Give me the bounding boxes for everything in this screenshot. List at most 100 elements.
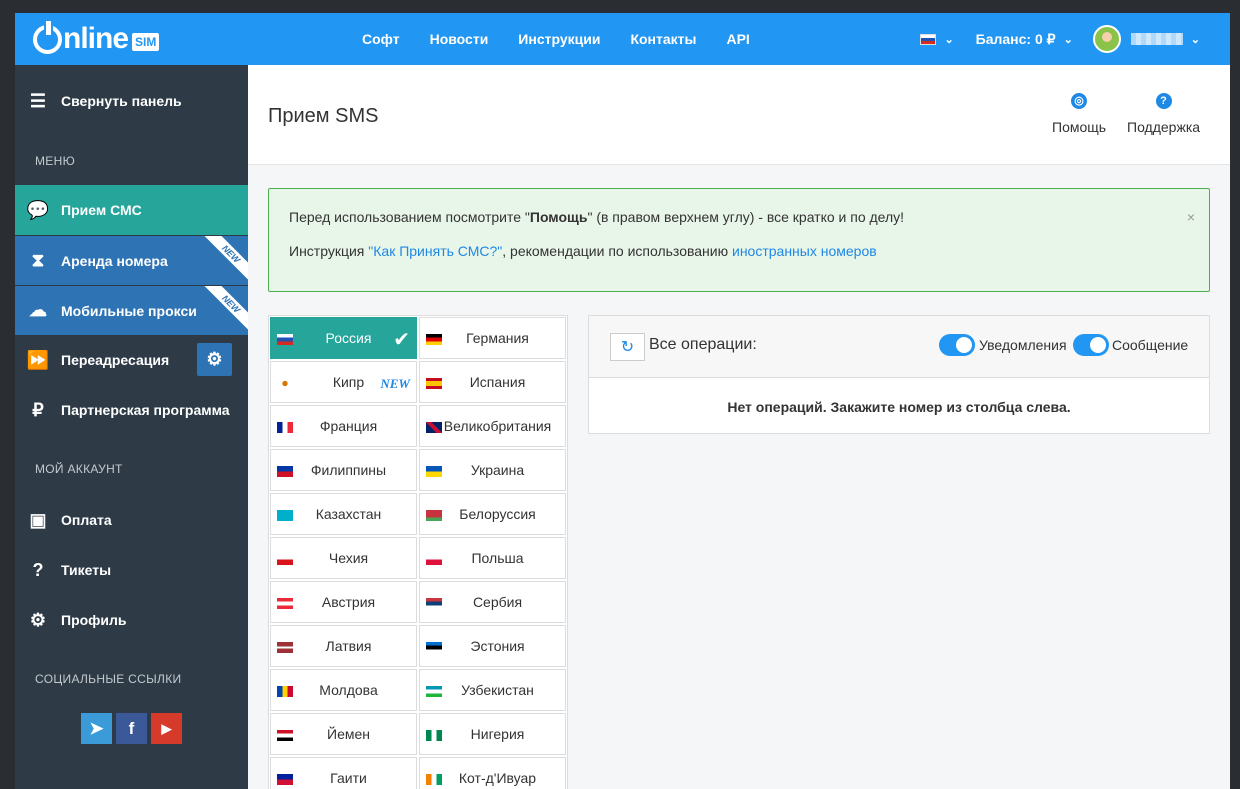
alert-bold: Помощь [529,209,588,225]
flag-icon [426,378,442,389]
sidebar-item-profile[interactable]: ⚙ Профиль [15,595,248,645]
country-option[interactable]: Польша [419,537,566,579]
sidebar-item-partner[interactable]: ₽ Партнерская программа [15,385,248,435]
empty-operations-message: Нет операций. Закажите номер из столбца … [727,399,1071,415]
facebook-icon[interactable]: f [116,713,147,744]
country-option[interactable]: Йемен [270,713,417,755]
nav-news[interactable]: Новости [430,31,489,47]
foreign-numbers-link[interactable]: иностранных номеров [732,243,877,259]
country-option[interactable]: Филиппины [270,449,417,491]
flag-icon [426,730,442,741]
social-links: ➤ f ▶ [15,713,248,744]
language-select[interactable]: ⌄ [920,33,954,46]
country-option[interactable]: Латвия [270,625,417,667]
flag-icon [426,510,442,521]
flag-icon [426,642,442,653]
new-badge: NEW [380,376,410,391]
notifications-toggle[interactable] [939,334,975,356]
telegram-icon[interactable]: ➤ [81,713,112,744]
account-heading: МОЙ АККАУНТ [35,462,123,476]
flag-icon [277,598,293,609]
flag-icon [277,334,293,345]
chevron-down-icon: ⌄ [1190,33,1200,46]
message-toggle[interactable] [1073,334,1109,356]
wallet-icon: ▣ [29,509,47,530]
sidebar-item-rent-number[interactable]: ⧗ Аренда номера NEW [15,235,248,285]
menu-heading: МЕНЮ [35,154,75,168]
how-to-receive-link[interactable]: "Как Принять СМС?" [368,243,502,259]
sidebar-item-forwarding[interactable]: ⏩ Переадресация ⚙ [15,335,248,385]
flag-icon [277,686,293,697]
country-option[interactable]: Сербия [419,581,566,623]
sidebar-item-receive-sms[interactable]: 💬 Прием СМС [15,185,248,235]
top-nav: Софт Новости Инструкции Контакты API [362,13,780,65]
page-title: Прием SMS [268,105,379,127]
country-option[interactable]: Нигерия [419,713,566,755]
flag-icon [277,642,293,653]
title-bar: Прием SMS ◎ Помощь ? Поддержка [248,65,1230,165]
country-option[interactable]: Чехия [270,537,417,579]
sidebar-item-label: Переадресация [61,352,170,368]
country-option[interactable]: Кипр NEW [270,361,417,403]
globe-icon: ◎ [1071,93,1088,109]
sidebar-item-label: Профиль [61,612,127,628]
chevron-down-icon: ⌄ [944,33,954,46]
close-icon[interactable]: × [1187,209,1195,225]
flag-icon [277,422,293,433]
country-option[interactable]: Австрия [270,581,417,623]
country-option[interactable]: Кот-д'Ивуар [419,757,566,789]
country-option[interactable]: Эстония [419,625,566,667]
operations-title: Все операции: [649,336,757,353]
flag-icon [277,730,293,741]
info-alert: Перед использованием посмотрите "Помощь"… [268,188,1210,292]
country-option[interactable]: Франция [270,405,417,447]
country-option[interactable]: Казахстан [270,493,417,535]
nav-contacts[interactable]: Контакты [630,31,696,47]
country-option[interactable]: Россия ✔ [270,317,417,359]
sidebar-item-tickets[interactable]: ? Тикеты [15,545,248,595]
sidebar-item-payment[interactable]: ▣ Оплата [15,495,248,545]
social-heading: СОЦИАЛЬНЫЕ ССЫЛКИ [35,672,182,686]
country-row: Латвия Эстония [269,624,567,668]
country-option[interactable]: Узбекистан [419,669,566,711]
gear-icon: ⚙ [29,609,47,630]
flag-icon [277,466,293,477]
country-option[interactable]: Великобритания [419,405,566,447]
alert-text: , рекомендации по использованию [502,243,732,259]
country-option[interactable]: Германия [419,317,566,359]
sidebar-item-label: Партнерская программа [61,402,230,418]
alert-text: " (в правом верхнем углу) - все кратко и… [587,209,905,225]
country-option[interactable]: Испания [419,361,566,403]
nav-soft[interactable]: Софт [362,31,400,47]
refresh-button[interactable]: ↻ [610,333,645,361]
question-icon: ? [32,559,44,580]
balance-dropdown[interactable]: Баланс: 0 ₽ ⌄ [976,31,1073,48]
menu-icon: ☰ [29,90,47,111]
country-row: Молдова Узбекистан [269,668,567,712]
avatar [1092,25,1121,53]
new-ribbon: NEW [199,236,248,285]
country-option[interactable]: Украина [419,449,566,491]
youtube-icon[interactable]: ▶ [151,713,182,744]
flag-icon [426,466,442,477]
country-option[interactable]: Гаити [270,757,417,789]
country-option[interactable]: Молдова [270,669,417,711]
nav-instructions[interactable]: Инструкции [518,31,600,47]
logo[interactable]: nline SIM [33,20,160,56]
user-menu[interactable]: ⌄ [1073,25,1200,53]
forwarding-settings-button[interactable]: ⚙ [197,343,232,376]
nav-api[interactable]: API [726,31,749,47]
collapse-label: Свернуть панель [61,93,182,109]
ruble-icon: ₽ [32,399,44,420]
country-option[interactable]: Белоруссия [419,493,566,535]
flag-icon [426,334,442,345]
collapse-panel-button[interactable]: ☰ Свернуть панель [15,65,248,137]
balance-label: Баланс: 0 ₽ [975,30,1056,47]
sidebar-item-mobile-proxy[interactable]: ☁ Мобильные прокси NEW [15,285,248,335]
support-button[interactable]: ? Поддержка [1127,93,1200,135]
help-button[interactable]: ◎ Помощь [1052,93,1106,135]
country-row: Кипр NEW Испания [269,360,567,404]
country-row: Гаити Кот-д'Ивуар [269,756,567,789]
country-row: Казахстан Белоруссия [269,492,567,536]
sidebar: ☰ Свернуть панель МЕНЮ 💬 Прием СМС ⧗ Аре… [15,65,248,789]
